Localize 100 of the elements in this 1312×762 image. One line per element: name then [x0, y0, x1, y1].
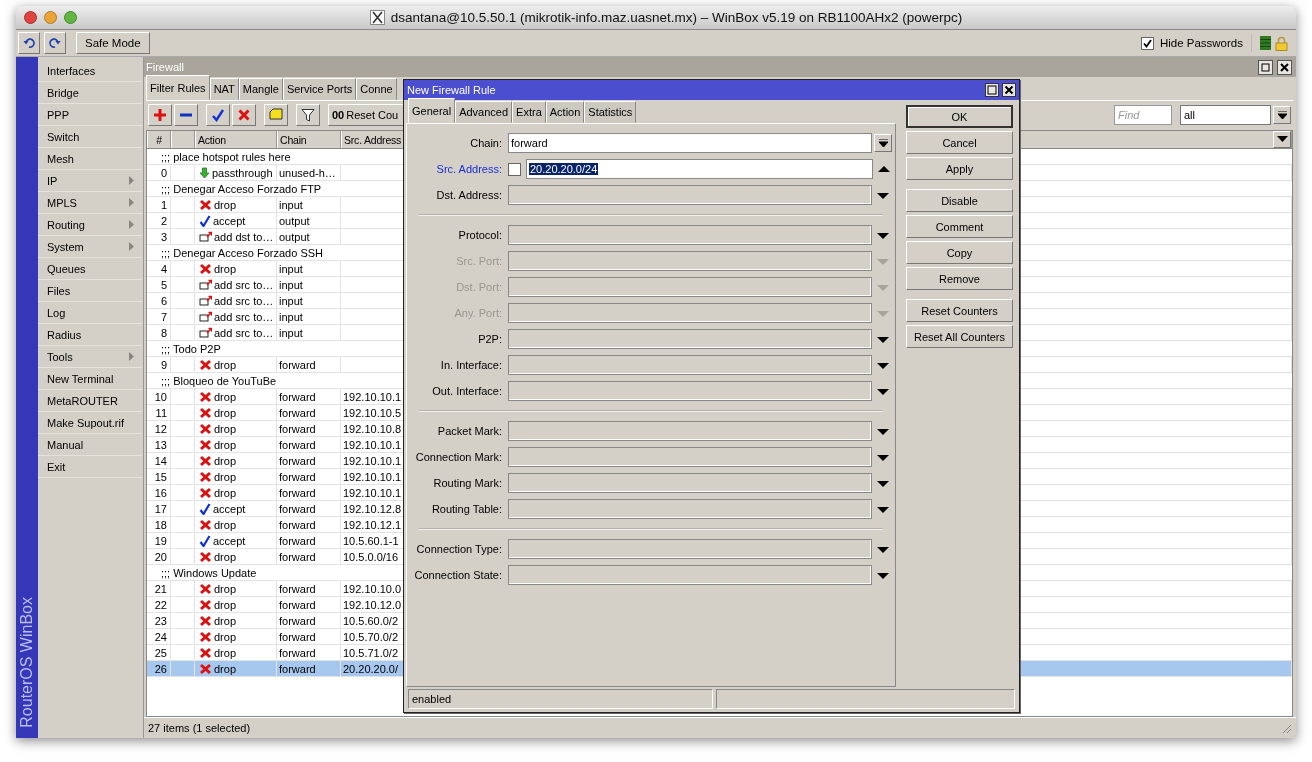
dropdown-arrow-icon[interactable]: [876, 230, 890, 240]
comment-button[interactable]: [264, 104, 288, 126]
sidebar-item[interactable]: MetaROUTER: [38, 390, 142, 412]
dialog-button[interactable]: OK: [906, 105, 1013, 128]
tab[interactable]: Action: [545, 101, 585, 123]
restore-icon[interactable]: [1258, 59, 1273, 75]
check-icon: [199, 502, 211, 515]
sidebar-item[interactable]: PPP: [38, 104, 142, 126]
dialog-button[interactable]: Disable: [906, 189, 1013, 212]
sidebar-item[interactable]: Switch: [38, 126, 142, 148]
tab[interactable]: Statistics: [584, 101, 637, 123]
sidebar-item[interactable]: New Terminal: [38, 368, 142, 390]
dropdown-arrow-icon[interactable]: [876, 426, 890, 436]
tab[interactable]: Extra: [512, 101, 546, 123]
tab[interactable]: Filter Rules: [146, 75, 210, 100]
tab[interactable]: Service Ports: [282, 78, 357, 100]
column-menu-button[interactable]: [1273, 131, 1291, 148]
input-field[interactable]: [508, 225, 872, 245]
input-field[interactable]: [508, 421, 872, 441]
menu-label: IP: [47, 174, 58, 187]
sidebar-item[interactable]: Manual: [38, 434, 142, 456]
add-button[interactable]: [148, 104, 172, 126]
action-text: add src to…: [214, 310, 274, 323]
sidebar-item[interactable]: Bridge: [38, 82, 142, 104]
table-cell: 22: [147, 597, 171, 612]
sidebar-item[interactable]: Routing: [38, 214, 142, 236]
checkbox[interactable]: [508, 162, 521, 176]
enable-button[interactable]: [206, 104, 230, 126]
cross-icon: [199, 454, 212, 467]
input-field[interactable]: forward: [508, 133, 872, 153]
remove-button[interactable]: [174, 104, 198, 126]
dialog-button[interactable]: Reset All Counters: [906, 325, 1013, 348]
sidebar-item[interactable]: Log: [38, 302, 142, 324]
table-cell: forward: [277, 629, 341, 644]
dialog-button[interactable]: Cancel: [906, 131, 1013, 154]
dialog-button[interactable]: Reset Counters: [906, 299, 1013, 322]
dropdown-button[interactable]: [874, 134, 892, 152]
tab[interactable]: NAT: [209, 78, 239, 100]
filter-button[interactable]: [296, 104, 320, 126]
close-icon[interactable]: [1002, 83, 1016, 97]
column-header[interactable]: Chain: [277, 131, 341, 148]
redo-button[interactable]: [44, 32, 66, 54]
dropdown-arrow-icon[interactable]: [876, 544, 890, 554]
tab[interactable]: General: [408, 98, 456, 123]
minimize-icon[interactable]: [44, 11, 57, 24]
dropdown-arrow-icon[interactable]: [876, 334, 890, 344]
input-field[interactable]: [508, 499, 872, 519]
zoom-icon[interactable]: [64, 11, 77, 24]
tab[interactable]: Advanced: [455, 101, 513, 123]
tab[interactable]: Mangle: [238, 78, 283, 100]
maximize-icon[interactable]: [985, 83, 999, 97]
sidebar-item[interactable]: Interfaces: [38, 60, 142, 82]
dropdown-arrow-icon[interactable]: [876, 190, 890, 200]
sidebar-item[interactable]: Files: [38, 280, 142, 302]
sidebar-item[interactable]: IP: [38, 170, 142, 192]
sidebar-item[interactable]: Mesh: [38, 148, 142, 170]
collapse-arrow-icon[interactable]: [877, 164, 891, 174]
input-field[interactable]: [508, 447, 872, 467]
dropdown-button[interactable]: [1273, 106, 1291, 124]
dropdown-arrow-icon[interactable]: [876, 360, 890, 370]
column-header[interactable]: #: [147, 131, 171, 148]
dialog-button[interactable]: Remove: [906, 267, 1013, 290]
close-icon[interactable]: [1277, 59, 1292, 75]
input-field[interactable]: 20.20.20.0/24: [526, 159, 873, 179]
check-icon: [199, 534, 211, 547]
input-field[interactable]: [508, 473, 872, 493]
input-field[interactable]: [508, 329, 872, 349]
safe-mode-button[interactable]: Safe Mode: [76, 32, 150, 54]
sidebar-item[interactable]: Queues: [38, 258, 142, 280]
dialog-button[interactable]: Comment: [906, 215, 1013, 238]
dropdown-arrow-icon[interactable]: [876, 386, 890, 396]
sidebar-item[interactable]: Exit: [38, 456, 142, 478]
dropdown-arrow-icon[interactable]: [876, 478, 890, 488]
column-header[interactable]: [171, 131, 195, 148]
checkbox[interactable]: [1140, 36, 1154, 50]
sidebar-item[interactable]: MPLS: [38, 192, 142, 214]
dropdown-arrow-icon[interactable]: [876, 570, 890, 580]
disable-button[interactable]: [232, 104, 256, 126]
input-field[interactable]: [508, 381, 872, 401]
sidebar-item[interactable]: Make Supout.rif: [38, 412, 142, 434]
dropdown-arrow-icon[interactable]: [876, 504, 890, 514]
table-cell: 6: [147, 293, 171, 308]
dropdown-arrow-icon[interactable]: [876, 452, 890, 462]
sidebar-item[interactable]: System: [38, 236, 142, 258]
input-field[interactable]: [508, 355, 872, 375]
dialog-button[interactable]: Copy: [906, 241, 1013, 264]
sidebar-item[interactable]: Tools: [38, 346, 142, 368]
cross-icon: [199, 518, 212, 531]
input-field[interactable]: [508, 539, 872, 559]
field-label: Connection State:: [413, 569, 503, 581]
dialog-button[interactable]: Apply: [906, 157, 1013, 180]
tab[interactable]: Conne: [356, 78, 397, 100]
column-header[interactable]: Action: [195, 131, 277, 148]
table-cell: input: [277, 197, 341, 212]
filter-dropdown[interactable]: all: [1180, 105, 1271, 125]
sidebar-item[interactable]: Radius: [38, 324, 142, 346]
undo-button[interactable]: [18, 32, 40, 54]
input-field[interactable]: [508, 565, 872, 585]
input-field[interactable]: [508, 185, 872, 205]
table-cell: forward: [277, 517, 341, 532]
